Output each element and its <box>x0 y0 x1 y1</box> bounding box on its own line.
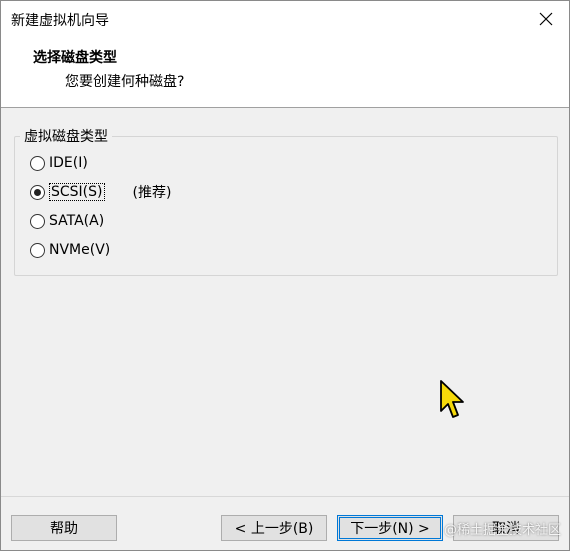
radio-button[interactable] <box>30 213 45 229</box>
radio-label-sata: SATA(A) <box>49 213 105 229</box>
group-label: 虚拟磁盘类型 <box>20 126 112 146</box>
radio-label-ide: IDE(I) <box>49 155 88 171</box>
window-title: 新建虚拟机向导 <box>11 13 109 29</box>
page-title: 选择磁盘类型 <box>33 50 117 66</box>
wizard-window: 新建虚拟机向导 选择磁盘类型 您要创建何种磁盘? 虚拟磁盘类型 IDE(I) S… <box>0 0 570 551</box>
radio-button[interactable] <box>30 155 45 171</box>
radio-label-nvme: NVMe(V) <box>49 242 111 258</box>
radio-ide[interactable]: IDE(I) <box>30 152 88 174</box>
radio-scsi[interactable]: SCSI(S) (推荐) <box>30 181 171 203</box>
watermark: @稀土掘金技术社区 <box>443 523 561 538</box>
back-button[interactable]: < 上一步(B) <box>221 515 327 541</box>
recommend-note: (推荐) <box>132 185 172 201</box>
radio-nvme[interactable]: NVMe(V) <box>30 239 110 261</box>
radio-button-selected[interactable] <box>30 184 45 200</box>
next-button[interactable]: 下一步(N) > <box>337 515 443 541</box>
page-subtitle: 您要创建何种磁盘? <box>65 74 185 90</box>
radio-label-scsi: SCSI(S) <box>49 183 105 201</box>
footer-divider <box>1 496 569 497</box>
wizard-header: 选择磁盘类型 您要创建何种磁盘? <box>1 37 569 108</box>
close-icon <box>539 12 553 26</box>
radio-button[interactable] <box>30 242 45 258</box>
mouse-cursor-icon <box>440 380 464 418</box>
close-button[interactable] <box>523 1 569 37</box>
help-button[interactable]: 帮助 <box>11 515 117 541</box>
title-bar[interactable]: 新建虚拟机向导 <box>1 1 569 37</box>
radio-sata[interactable]: SATA(A) <box>30 210 104 232</box>
